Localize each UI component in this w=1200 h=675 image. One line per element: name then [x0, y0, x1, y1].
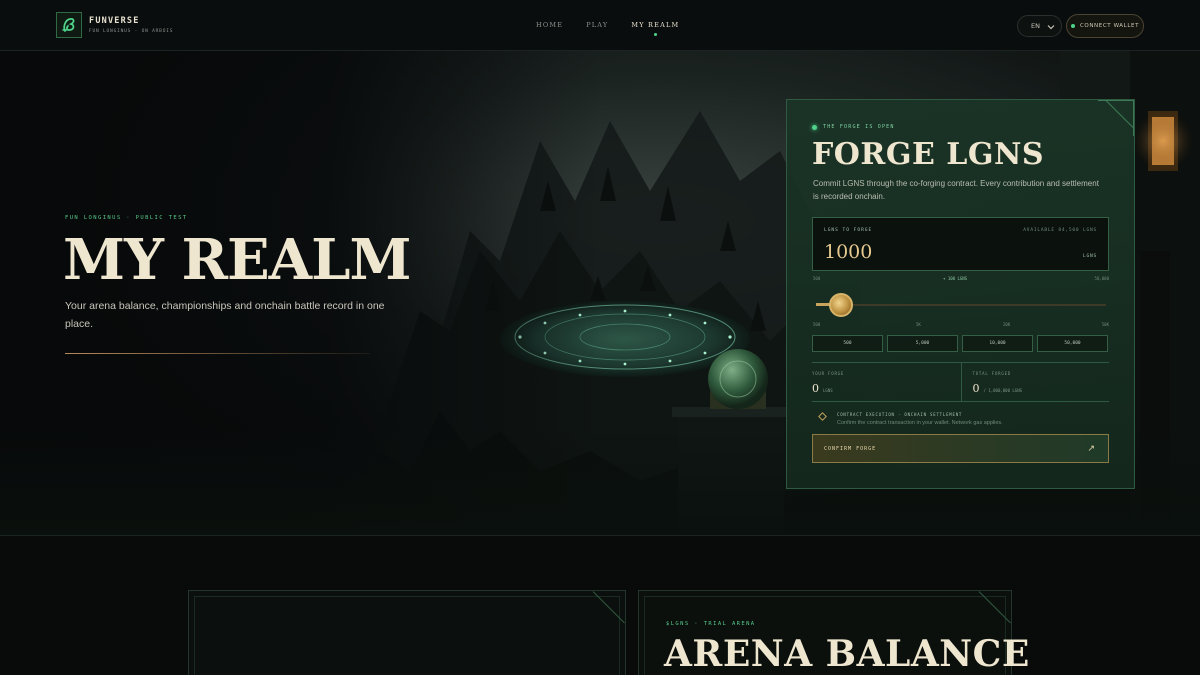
- language-select[interactable]: EN: [1017, 15, 1062, 37]
- realm-card: [188, 590, 626, 675]
- brand-name: FUNVERSE: [89, 16, 140, 26]
- language-value: EN: [1031, 22, 1040, 30]
- hero-section: FUN LONGINUS · PUBLIC TEST MY REALM Your…: [0, 51, 1200, 535]
- nav-play[interactable]: PLAY: [586, 21, 608, 29]
- connect-wallet-button[interactable]: CONNECT WALLET: [1066, 14, 1144, 38]
- forge-title: FORGE LGNS: [812, 137, 1045, 172]
- execution-note: CONTRACT EXECUTION · ONCHAIN SETTLEMENT …: [818, 412, 1003, 426]
- forge-description: Commit LGNS through the co-forging contr…: [813, 179, 1099, 201]
- chevron-down-icon: [1047, 25, 1055, 30]
- arena-balance-card: $LGNS · TRIAL ARENA ARENA BALANCE: [638, 590, 1029, 675]
- slider-min-label: 500: [813, 276, 821, 281]
- brand-logo[interactable]: FUNVERSE FUN LONGINUS · ON ARBOIS: [56, 12, 173, 38]
- stat-value: 0: [972, 382, 980, 395]
- stat-total-forged: TOTAL FORGED 0 / 1,000,000 LGNS: [960, 363, 1110, 401]
- forge-amount-field[interactable]: LGNS TO FORGE AVAILABLE 84,500 LGNS 1000…: [812, 217, 1109, 271]
- forge-status-label: THE FORGE IS OPEN: [823, 124, 895, 130]
- arrow-up-right-icon: ↗: [1087, 444, 1096, 454]
- available-balance: AVAILABLE 84,500 LGNS: [1023, 228, 1097, 233]
- page-title: MY REALM: [63, 227, 411, 293]
- nav-my-realm[interactable]: MY REALM: [631, 21, 679, 36]
- card-corner-ornament: [592, 591, 625, 624]
- arena-eyebrow: $LGNS · TRIAL ARENA: [666, 621, 756, 627]
- confirm-forge-label: CONFIRM FORGE: [824, 445, 877, 452]
- nav-home[interactable]: HOME: [536, 21, 563, 29]
- forge-stats: YOUR FORGE 0 LGNS TOTAL FORGED 0 / 1,000…: [812, 362, 1109, 402]
- diamond-icon: [818, 412, 827, 421]
- preset-button[interactable]: 500: [812, 335, 883, 352]
- slider-tick: 5K: [916, 322, 921, 327]
- forge-status: THE FORGE IS OPEN: [812, 124, 895, 130]
- slider-step-label: + 100 LGNS: [943, 276, 968, 281]
- card-corner-ornament: [978, 591, 1011, 624]
- forge-panel: THE FORGE IS OPEN FORGE LGNS Commit LGNS…: [786, 99, 1135, 489]
- confirm-forge-button[interactable]: CONFIRM FORGE ↗: [812, 434, 1109, 463]
- stat-your-forge: YOUR FORGE 0 LGNS: [812, 363, 961, 401]
- forge-amount-label: LGNS TO FORGE: [824, 228, 873, 233]
- execution-subtitle: Confirm the contract transaction in your…: [837, 420, 1003, 426]
- slider-tick: 50K: [1101, 322, 1109, 327]
- preset-button[interactable]: 5,000: [887, 335, 958, 352]
- lower-section: $LGNS · TRIAL ARENA ARENA BALANCE: [0, 535, 1200, 675]
- stat-unit: LGNS: [823, 388, 833, 393]
- arena-title: ARENA BALANCE: [664, 633, 1030, 675]
- main-menu: HOME PLAY MY REALM: [536, 21, 679, 36]
- slider-thumb[interactable]: [828, 293, 853, 317]
- status-dot-icon: [1070, 24, 1075, 28]
- stat-label: TOTAL FORGED: [972, 371, 1011, 376]
- slider-tick: 20K: [1003, 322, 1011, 327]
- brand-tagline: FUN LONGINUS · ON ARBOIS: [89, 29, 174, 34]
- forge-amount-unit: LGNS: [1082, 254, 1097, 259]
- stat-unit: / 1,000,000 LGNS: [983, 388, 1023, 393]
- hero-eyebrow: FUN LONGINUS · PUBLIC TEST: [65, 215, 188, 221]
- top-nav: FUNVERSE FUN LONGINUS · ON ARBOIS HOME P…: [0, 0, 1200, 51]
- execution-title: CONTRACT EXECUTION · ONCHAIN SETTLEMENT: [837, 412, 963, 417]
- stat-value: 0: [812, 382, 819, 395]
- preset-button[interactable]: 50,000: [1037, 335, 1108, 352]
- forge-amount-value: 1000: [824, 241, 873, 263]
- panel-corner-ornament: [1098, 100, 1134, 136]
- live-dot-icon: [812, 124, 817, 130]
- card-frame: [194, 596, 620, 675]
- slider-max-label: 50,000: [1094, 276, 1109, 281]
- slider-tick: 500: [813, 322, 821, 327]
- preset-button[interactable]: 10,000: [962, 335, 1033, 352]
- preset-amounts: 500 5,000 10,000 50,000: [812, 335, 1108, 352]
- hero-divider: [65, 353, 370, 354]
- connect-wallet-label: CONNECT WALLET: [1079, 23, 1140, 29]
- hero-description: Your arena balance, championships and on…: [65, 300, 385, 330]
- slider-track: [816, 304, 1106, 306]
- stat-label: YOUR FORGE: [812, 371, 845, 376]
- forge-amount-slider[interactable]: [816, 293, 1106, 317]
- logo-icon: [56, 12, 82, 38]
